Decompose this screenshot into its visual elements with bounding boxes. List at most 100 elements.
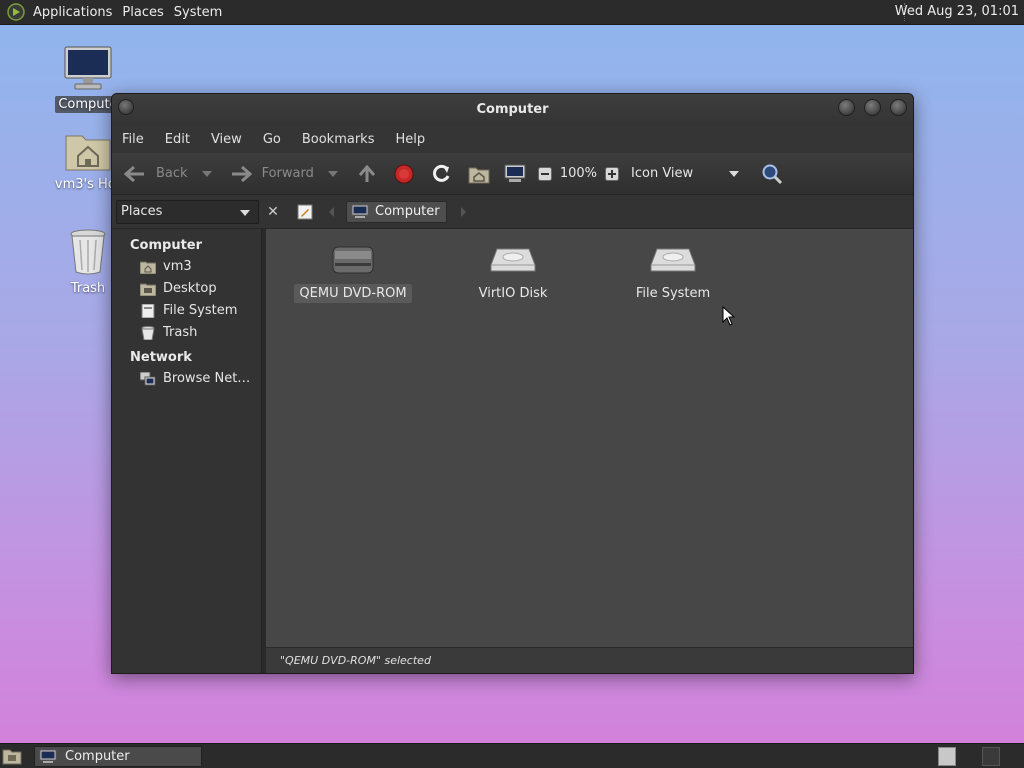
places-menu[interactable]: Places [122, 5, 171, 20]
file-label: File System [635, 286, 711, 301]
view-mode-select[interactable]: Icon View [631, 166, 740, 181]
bottom-panel: Computer [0, 743, 1024, 768]
desktop-folder-icon [140, 283, 156, 296]
stop-button[interactable] [394, 164, 414, 184]
sidebar-item-desktop[interactable]: Desktop [112, 278, 261, 300]
up-arrow-icon [358, 164, 375, 182]
file-item-qemu-dvd-rom[interactable]: QEMU DVD-ROM [288, 241, 418, 303]
sidebar-header-computer: Computer [130, 238, 203, 253]
window-menu-button[interactable] [118, 99, 134, 115]
breadcrumb: Computer [329, 200, 466, 223]
optical-drive-icon [332, 246, 374, 274]
maximize-button[interactable] [864, 99, 881, 116]
breadcrumb-label: Computer [375, 204, 440, 219]
file-label: VirtIO Disk [478, 286, 548, 301]
sidebar-item-label: File System [163, 303, 238, 318]
status-bar: "QEMU DVD-ROM" selected [266, 647, 913, 673]
file-manager-window: Computer File Edit View Go Bookmarks Hel… [111, 93, 914, 674]
trash-icon [70, 229, 106, 275]
breadcrumb-left-arrow-icon[interactable] [329, 206, 334, 217]
forward-history-dropdown[interactable] [327, 170, 338, 177]
minimize-button[interactable] [838, 99, 855, 116]
up-button[interactable] [356, 164, 378, 184]
sidebar-item-label: Trash [163, 325, 198, 340]
mouse-cursor-icon [722, 306, 736, 326]
back-arrow-icon [123, 165, 144, 182]
home-button[interactable] [468, 164, 490, 184]
sidebar-item-label: Desktop [163, 281, 217, 296]
sidebar-mode-label: Places [121, 204, 163, 219]
forward-label: Forward [261, 166, 314, 181]
home-icon [140, 261, 156, 274]
file-item-file-system[interactable]: File System [608, 241, 738, 303]
window-body: Computer vm3 Desktop File System Trash N… [112, 229, 913, 673]
show-desktop-icon[interactable] [2, 747, 22, 765]
computer-icon [351, 204, 369, 218]
window-titlebar[interactable]: Computer [112, 94, 913, 125]
workspace-2[interactable] [982, 747, 1000, 766]
chevron-down-icon [201, 170, 212, 177]
system-menu[interactable]: System [174, 5, 230, 20]
search-button[interactable] [761, 163, 783, 185]
zoom-level[interactable]: 100% [560, 166, 597, 181]
zoom-out-button[interactable] [537, 166, 552, 181]
back-label: Back [156, 166, 188, 181]
reload-icon [432, 164, 450, 182]
harddisk-icon [650, 248, 696, 272]
trash-icon [141, 325, 155, 340]
zoom-in-button[interactable] [605, 166, 620, 181]
computer-button[interactable] [504, 164, 526, 184]
filesystem-icon [141, 303, 155, 318]
menu-bookmarks[interactable]: Bookmarks [302, 132, 375, 147]
harddisk-icon [490, 248, 536, 272]
menu-view[interactable]: View [211, 132, 242, 147]
file-item-virtio-disk[interactable]: VirtIO Disk [448, 241, 578, 303]
location-bar: Places ✕ Computer [112, 195, 913, 229]
menu-go[interactable]: Go [263, 132, 281, 147]
breadcrumb-computer[interactable]: Computer [346, 200, 447, 223]
menu-file[interactable]: File [122, 132, 144, 147]
taskbar-button-computer[interactable]: Computer [34, 746, 202, 767]
view-mode-label: Icon View [631, 166, 694, 181]
forward-button[interactable]: Forward [230, 164, 314, 184]
sidebar-item-filesystem[interactable]: File System [112, 300, 261, 322]
sidebar-item-trash[interactable]: Trash [112, 322, 261, 344]
computer-icon [504, 164, 526, 182]
window-title: Computer [476, 102, 549, 117]
back-button[interactable]: Back [122, 164, 188, 184]
close-sidebar-icon[interactable]: ✕ [263, 204, 283, 220]
toolbar: Back Forward 100% Icon View [112, 153, 913, 195]
stop-icon [394, 164, 414, 183]
sidebar-item-label: vm3 [163, 259, 192, 274]
chevron-down-icon [240, 209, 250, 216]
computer-icon [39, 749, 57, 763]
clock[interactable]: Wed Aug 23, 01:01 [895, 4, 1019, 19]
network-icon [140, 371, 156, 385]
edit-icon [297, 204, 313, 219]
forward-arrow-icon [231, 165, 252, 182]
zoom-out-icon [537, 166, 552, 181]
reload-button[interactable] [430, 163, 452, 185]
toggle-location-entry-button[interactable] [295, 202, 315, 222]
sidebar-item-browse-network[interactable]: Browse Net… [112, 368, 261, 390]
menu-edit[interactable]: Edit [165, 132, 190, 147]
breadcrumb-right-arrow-icon[interactable] [460, 206, 466, 217]
menubar: File Edit View Go Bookmarks Help [112, 125, 913, 153]
menu-help[interactable]: Help [395, 132, 425, 147]
desktop-icon-label: Trash [70, 281, 106, 296]
sidebar-header-network: Network [130, 350, 192, 365]
taskbar-button-label: Computer [65, 749, 130, 764]
close-button[interactable] [890, 99, 907, 116]
back-history-dropdown[interactable] [201, 170, 212, 177]
sidebar-mode-select[interactable]: Places [116, 199, 259, 224]
distro-logo-icon[interactable] [6, 2, 26, 22]
sidebar-item-vm3[interactable]: vm3 [112, 256, 261, 278]
sidebar-item-label: Browse Net… [163, 371, 251, 386]
home-folder-icon [468, 167, 490, 183]
zoom-in-icon [605, 166, 620, 181]
icon-view[interactable]: QEMU DVD-ROM VirtIO Disk File System "QE… [266, 229, 913, 673]
top-panel: Applications Places System Wed Aug 23, 0… [0, 0, 1024, 25]
applications-menu[interactable]: Applications [33, 5, 120, 20]
workspace-1[interactable] [938, 747, 956, 766]
places-sidebar: Computer vm3 Desktop File System Trash N… [112, 229, 262, 673]
